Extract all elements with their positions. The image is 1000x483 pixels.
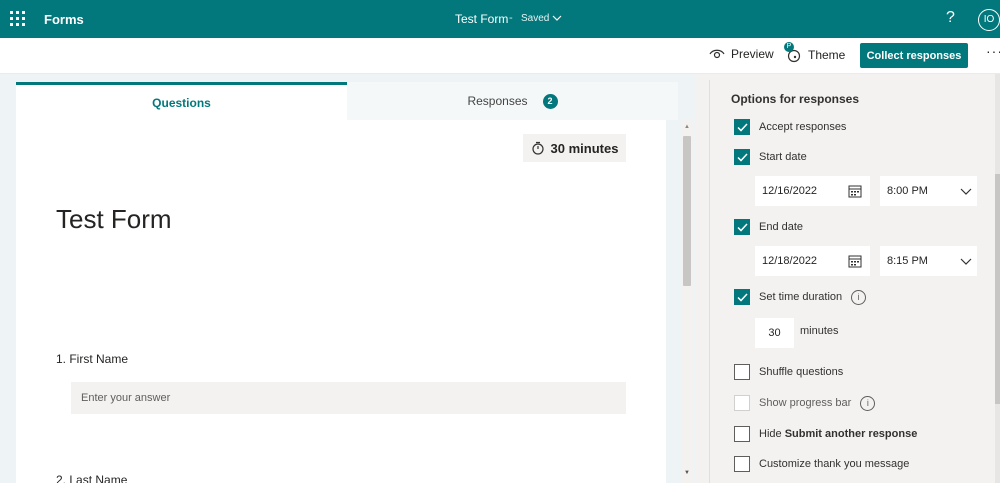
accept-responses-option[interactable]: Accept responses	[734, 119, 846, 135]
tab-bar: Questions Responses 2	[16, 82, 678, 120]
end-date-option[interactable]: End date	[734, 219, 803, 235]
form-scrollbar[interactable]: ▲ ▼	[681, 120, 693, 483]
duration-unit-label: minutes	[800, 325, 839, 337]
end-time-value: 8:15 PM	[887, 255, 928, 267]
options-panel: Options for responses Accept responses S…	[709, 80, 981, 483]
responses-count-badge: 2	[542, 93, 558, 109]
duration-input[interactable]: 30	[755, 318, 794, 348]
hide-submit-another-option[interactable]: Hide Submit another response	[734, 426, 917, 442]
checkmark-icon	[736, 222, 748, 232]
start-date-value: 12/16/2022	[762, 185, 818, 197]
tab-responses[interactable]: Responses 2	[347, 82, 678, 120]
tab-questions[interactable]: Questions	[16, 82, 347, 120]
timer-icon	[531, 141, 544, 155]
set-time-duration-checkbox[interactable]	[734, 289, 750, 305]
hide-submit-another-checkbox[interactable]	[734, 426, 750, 442]
theme-badge: P	[784, 42, 794, 52]
info-icon[interactable]: i	[851, 289, 867, 305]
hide-submit-bold-text: Submit another response	[784, 428, 918, 440]
accept-responses-label: Accept responses	[759, 121, 847, 133]
checkmark-icon	[736, 122, 748, 132]
start-date-checkbox[interactable]	[734, 149, 750, 165]
start-date-option[interactable]: Start date	[734, 149, 807, 165]
question-1-label[interactable]: 1. First Name	[56, 352, 128, 366]
scroll-up-arrow-icon[interactable]: ▲	[684, 124, 690, 130]
chevron-down-icon[interactable]	[551, 12, 563, 24]
collect-responses-button[interactable]: Collect responses	[860, 43, 968, 68]
eye-icon	[709, 49, 725, 59]
question-1-answer-input[interactable]	[71, 382, 626, 414]
show-progress-bar-option[interactable]: Show progress bar i	[734, 395, 876, 411]
app-launcher-icon[interactable]	[10, 11, 26, 27]
show-progress-bar-checkbox[interactable]	[734, 395, 750, 411]
preview-label: Preview	[731, 47, 774, 61]
question-2-label[interactable]: 2. Last Name	[56, 473, 127, 483]
chevron-down-icon	[960, 188, 972, 195]
customize-thank-you-checkbox[interactable]	[734, 456, 750, 472]
shuffle-questions-option[interactable]: Shuffle questions	[734, 364, 843, 380]
save-status: Saved	[521, 13, 550, 24]
theme-button[interactable]: P Theme	[784, 42, 846, 63]
calendar-icon	[848, 255, 862, 268]
start-date-label: Start date	[759, 151, 807, 163]
shuffle-questions-checkbox[interactable]	[734, 364, 750, 380]
document-title[interactable]: Test Form	[455, 12, 508, 26]
panel-scroll-thumb[interactable]	[995, 174, 1000, 404]
end-date-picker[interactable]: 12/18/2022	[755, 246, 870, 276]
start-time-select[interactable]: 8:00 PM	[880, 176, 977, 206]
command-bar: Preview P Theme Collect responses ···	[0, 38, 1000, 74]
calendar-icon	[848, 185, 862, 198]
form-editor: Questions Responses 2 30 minutes Test Fo…	[0, 74, 695, 483]
end-date-checkbox[interactable]	[734, 219, 750, 235]
checkmark-icon	[736, 292, 748, 302]
preview-button[interactable]: Preview	[709, 47, 774, 61]
form-card: 30 minutes Test Form 1. First Name 2. La…	[16, 120, 666, 483]
chevron-down-icon	[960, 258, 972, 265]
start-time-value: 8:00 PM	[887, 185, 928, 197]
form-scroll-thumb[interactable]	[683, 136, 691, 286]
start-date-picker[interactable]: 12/16/2022	[755, 176, 870, 206]
avatar[interactable]: IO	[978, 9, 1000, 31]
set-time-duration-option[interactable]: Set time duration i	[734, 289, 867, 305]
panel-scrollbar[interactable]	[995, 74, 1000, 483]
timer-label: 30 minutes	[550, 140, 619, 156]
info-icon[interactable]: i	[860, 395, 876, 411]
hide-submit-prefix: Hide	[759, 428, 785, 440]
options-title: Options for responses	[731, 92, 860, 106]
app-name[interactable]: Forms	[44, 12, 84, 27]
top-bar: Forms Test Form - Saved ? IO	[0, 0, 1000, 38]
more-icon[interactable]: ···	[986, 43, 1000, 59]
show-progress-bar-label: Show progress bar	[759, 397, 852, 409]
timer-chip[interactable]: 30 minutes	[523, 134, 626, 162]
end-time-select[interactable]: 8:15 PM	[880, 246, 977, 276]
title-separator: -	[509, 12, 513, 24]
shuffle-questions-label: Shuffle questions	[759, 366, 844, 378]
set-time-duration-label: Set time duration	[759, 291, 843, 303]
tab-responses-label: Responses	[467, 94, 528, 108]
help-icon[interactable]: ?	[946, 9, 955, 27]
end-date-value: 12/18/2022	[762, 255, 818, 267]
form-title[interactable]: Test Form	[56, 204, 172, 235]
scroll-down-arrow-icon[interactable]: ▼	[684, 470, 690, 476]
checkmark-icon	[736, 152, 748, 162]
accept-responses-checkbox[interactable]	[734, 119, 750, 135]
theme-label: Theme	[808, 48, 846, 62]
customize-thank-you-label: Customize thank you message	[759, 458, 910, 470]
end-date-label: End date	[759, 221, 804, 233]
tab-questions-label: Questions	[152, 95, 211, 110]
customize-thank-you-option[interactable]: Customize thank you message	[734, 456, 909, 472]
